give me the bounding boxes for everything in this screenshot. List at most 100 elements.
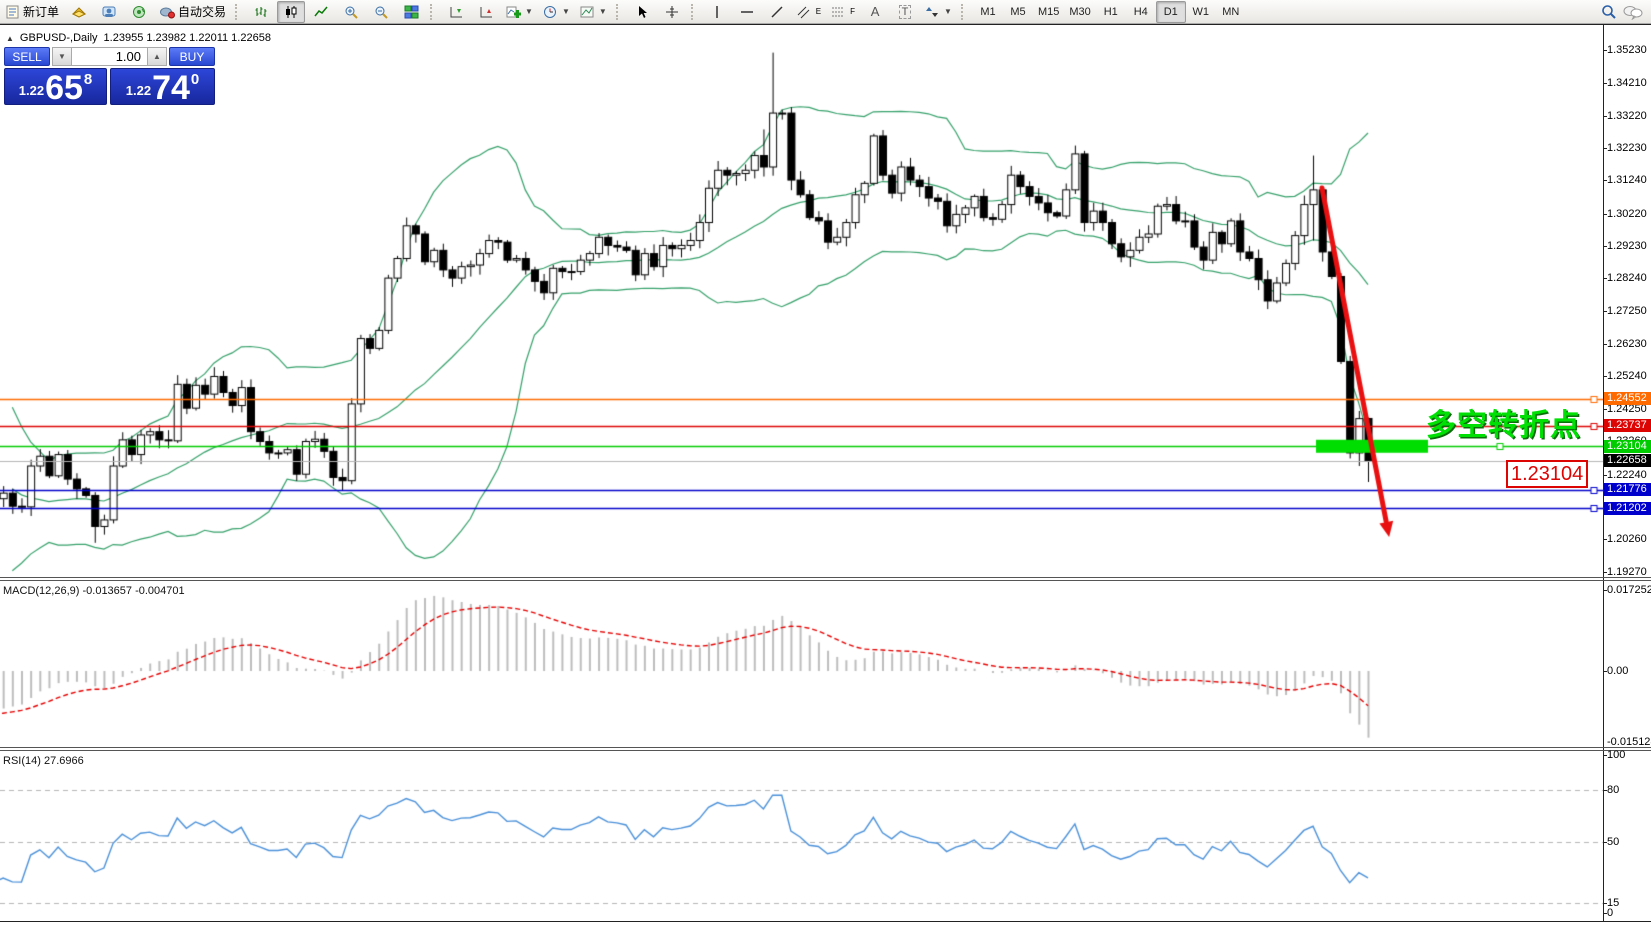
timeframe-M30[interactable]: M30 <box>1064 1 1095 23</box>
price-tick-label: 1.33220 <box>1607 110 1651 122</box>
crosshair-button[interactable] <box>658 1 686 23</box>
one-click-trading-panel: SELL ▼ ▲ BUY 1.22 65 8 1.22 74 0 <box>4 47 215 105</box>
signal-button[interactable] <box>125 1 153 23</box>
price-callout-box[interactable]: 1.23104 <box>1506 460 1588 488</box>
rsi-indicator-pane[interactable] <box>0 751 1603 921</box>
price-tick-label: 1.30220 <box>1607 208 1651 220</box>
timeframe-M1[interactable]: M1 <box>973 1 1003 23</box>
cursor-button[interactable] <box>628 1 656 23</box>
sell-price-sup: 8 <box>84 71 92 88</box>
buy-button[interactable]: BUY <box>169 47 215 66</box>
macd-values: -0.013657 -0.004701 <box>82 585 184 597</box>
macd-name: MACD(12,26,9) <box>3 585 79 597</box>
equidistant-channel-icon <box>797 5 813 19</box>
sell-price-panel[interactable]: 1.22 65 8 <box>4 68 107 105</box>
price-tick-label: 1.27250 <box>1607 305 1651 317</box>
buy-price-panel[interactable]: 1.22 74 0 <box>110 68 215 105</box>
auto-trading-button[interactable]: 自动交易 <box>155 1 230 23</box>
timeframe-D1[interactable]: D1 <box>1156 1 1186 23</box>
search-icon[interactable] <box>1601 4 1617 20</box>
add-indicator-icon <box>506 5 521 19</box>
equidistant-channel-button[interactable]: E <box>793 1 825 23</box>
volume-down-button[interactable]: ▼ <box>52 47 72 66</box>
arrows-button[interactable]: ▼ <box>921 1 956 23</box>
rsi-axis-label: 50 <box>1607 836 1651 848</box>
vertical-line-button[interactable] <box>703 1 731 23</box>
toolbar-right <box>1601 4 1649 20</box>
zoom-out-icon <box>374 5 389 19</box>
signal-icon <box>131 5 147 19</box>
metaeditor-button[interactable] <box>65 1 93 23</box>
price-tick-label: 1.19270 <box>1607 566 1651 578</box>
bar-chart-button[interactable] <box>247 1 275 23</box>
pane-splitter-rsi[interactable] <box>0 747 1651 748</box>
main-price-chart[interactable] <box>0 26 1603 578</box>
chat-icon[interactable] <box>1623 4 1643 20</box>
new-order-icon <box>6 5 20 19</box>
macd-axis-top: 0.017252 <box>1607 584 1651 596</box>
turning-point-annotation[interactable]: 多空转折点 <box>1426 400 1602 444</box>
timeframe-M15[interactable]: M15 <box>1033 1 1064 23</box>
rsi-axis-label: 0 <box>1607 907 1651 919</box>
toolbar-grip <box>616 4 623 20</box>
timeframe-MN[interactable]: MN <box>1216 1 1246 23</box>
community-button[interactable] <box>95 1 123 23</box>
price-tick-label: 1.22240 <box>1607 469 1651 481</box>
price-tick-label: 1.31240 <box>1607 174 1651 186</box>
horizontal-line-icon <box>740 5 754 19</box>
toolbar-grip <box>961 4 968 20</box>
community-icon <box>101 5 117 19</box>
arrange-b-button[interactable] <box>472 1 500 23</box>
toolbar-grip <box>235 4 242 20</box>
zoom-in-button[interactable] <box>337 1 365 23</box>
rsi-axis-label: 80 <box>1607 784 1651 796</box>
rsi-name: RSI(14) <box>3 755 41 767</box>
price-line-label: 1.24552 <box>1604 392 1651 405</box>
price-tick-label: 1.26230 <box>1607 338 1651 350</box>
new-order-button[interactable]: 新订单 <box>2 1 63 23</box>
period-clock-button[interactable]: ▼ <box>539 1 574 23</box>
timeframe-M5[interactable]: M5 <box>1003 1 1033 23</box>
timeframe-H4[interactable]: H4 <box>1126 1 1156 23</box>
volume-up-button[interactable]: ▲ <box>147 47 167 66</box>
sell-button[interactable]: SELL <box>4 47 50 66</box>
price-tick-label: 1.29230 <box>1607 240 1651 252</box>
horizontal-line-button[interactable] <box>733 1 761 23</box>
add-indicator-button[interactable]: ▼ <box>502 1 537 23</box>
template-button[interactable]: ▼ <box>576 1 611 23</box>
price-tick-label: 1.35230 <box>1607 44 1651 56</box>
price-line-label: 1.21776 <box>1604 483 1651 496</box>
text-label-t-glyph: T <box>899 5 912 19</box>
auto-trading-label: 自动交易 <box>178 3 226 20</box>
channel-e-glyph: E <box>816 7 821 16</box>
current-price-label: 1.22658 <box>1604 454 1651 467</box>
timeframe-W1[interactable]: W1 <box>1186 1 1216 23</box>
arrange-a-button[interactable] <box>442 1 470 23</box>
template-icon <box>580 5 595 19</box>
collapse-triangle-icon[interactable]: ▲ <box>6 34 14 43</box>
toolbar-grip <box>430 4 437 20</box>
line-chart-button[interactable] <box>307 1 335 23</box>
candlestick-chart-button[interactable] <box>277 1 305 23</box>
macd-indicator-pane[interactable] <box>0 581 1603 746</box>
dropdown-arrow-icon: ▼ <box>525 7 533 16</box>
bar-chart-icon <box>254 5 269 19</box>
dropdown-arrow-icon: ▼ <box>599 7 607 16</box>
buy-price-sup: 0 <box>191 71 199 88</box>
main-toolbar: 新订单 自动交易 <box>0 0 1651 24</box>
text-a-glyph: A <box>871 4 880 19</box>
timeframe-H1[interactable]: H1 <box>1096 1 1126 23</box>
window-bottom-border <box>0 921 1651 922</box>
text-button[interactable]: A <box>861 1 889 23</box>
tile-windows-button[interactable] <box>397 1 425 23</box>
price-line-label: 1.23104 <box>1604 440 1651 453</box>
trendline-button[interactable] <box>763 1 791 23</box>
text-label-button[interactable]: T <box>891 1 919 23</box>
zoom-out-button[interactable] <box>367 1 395 23</box>
volume-input[interactable] <box>72 47 147 66</box>
fibonacci-button[interactable]: F <box>827 1 859 23</box>
volume-stepper: ▼ ▲ <box>52 47 167 66</box>
candlestick-chart-icon <box>284 5 299 19</box>
metaeditor-icon <box>71 5 87 19</box>
symbol-period-label: GBPUSD-,Daily <box>20 32 98 44</box>
